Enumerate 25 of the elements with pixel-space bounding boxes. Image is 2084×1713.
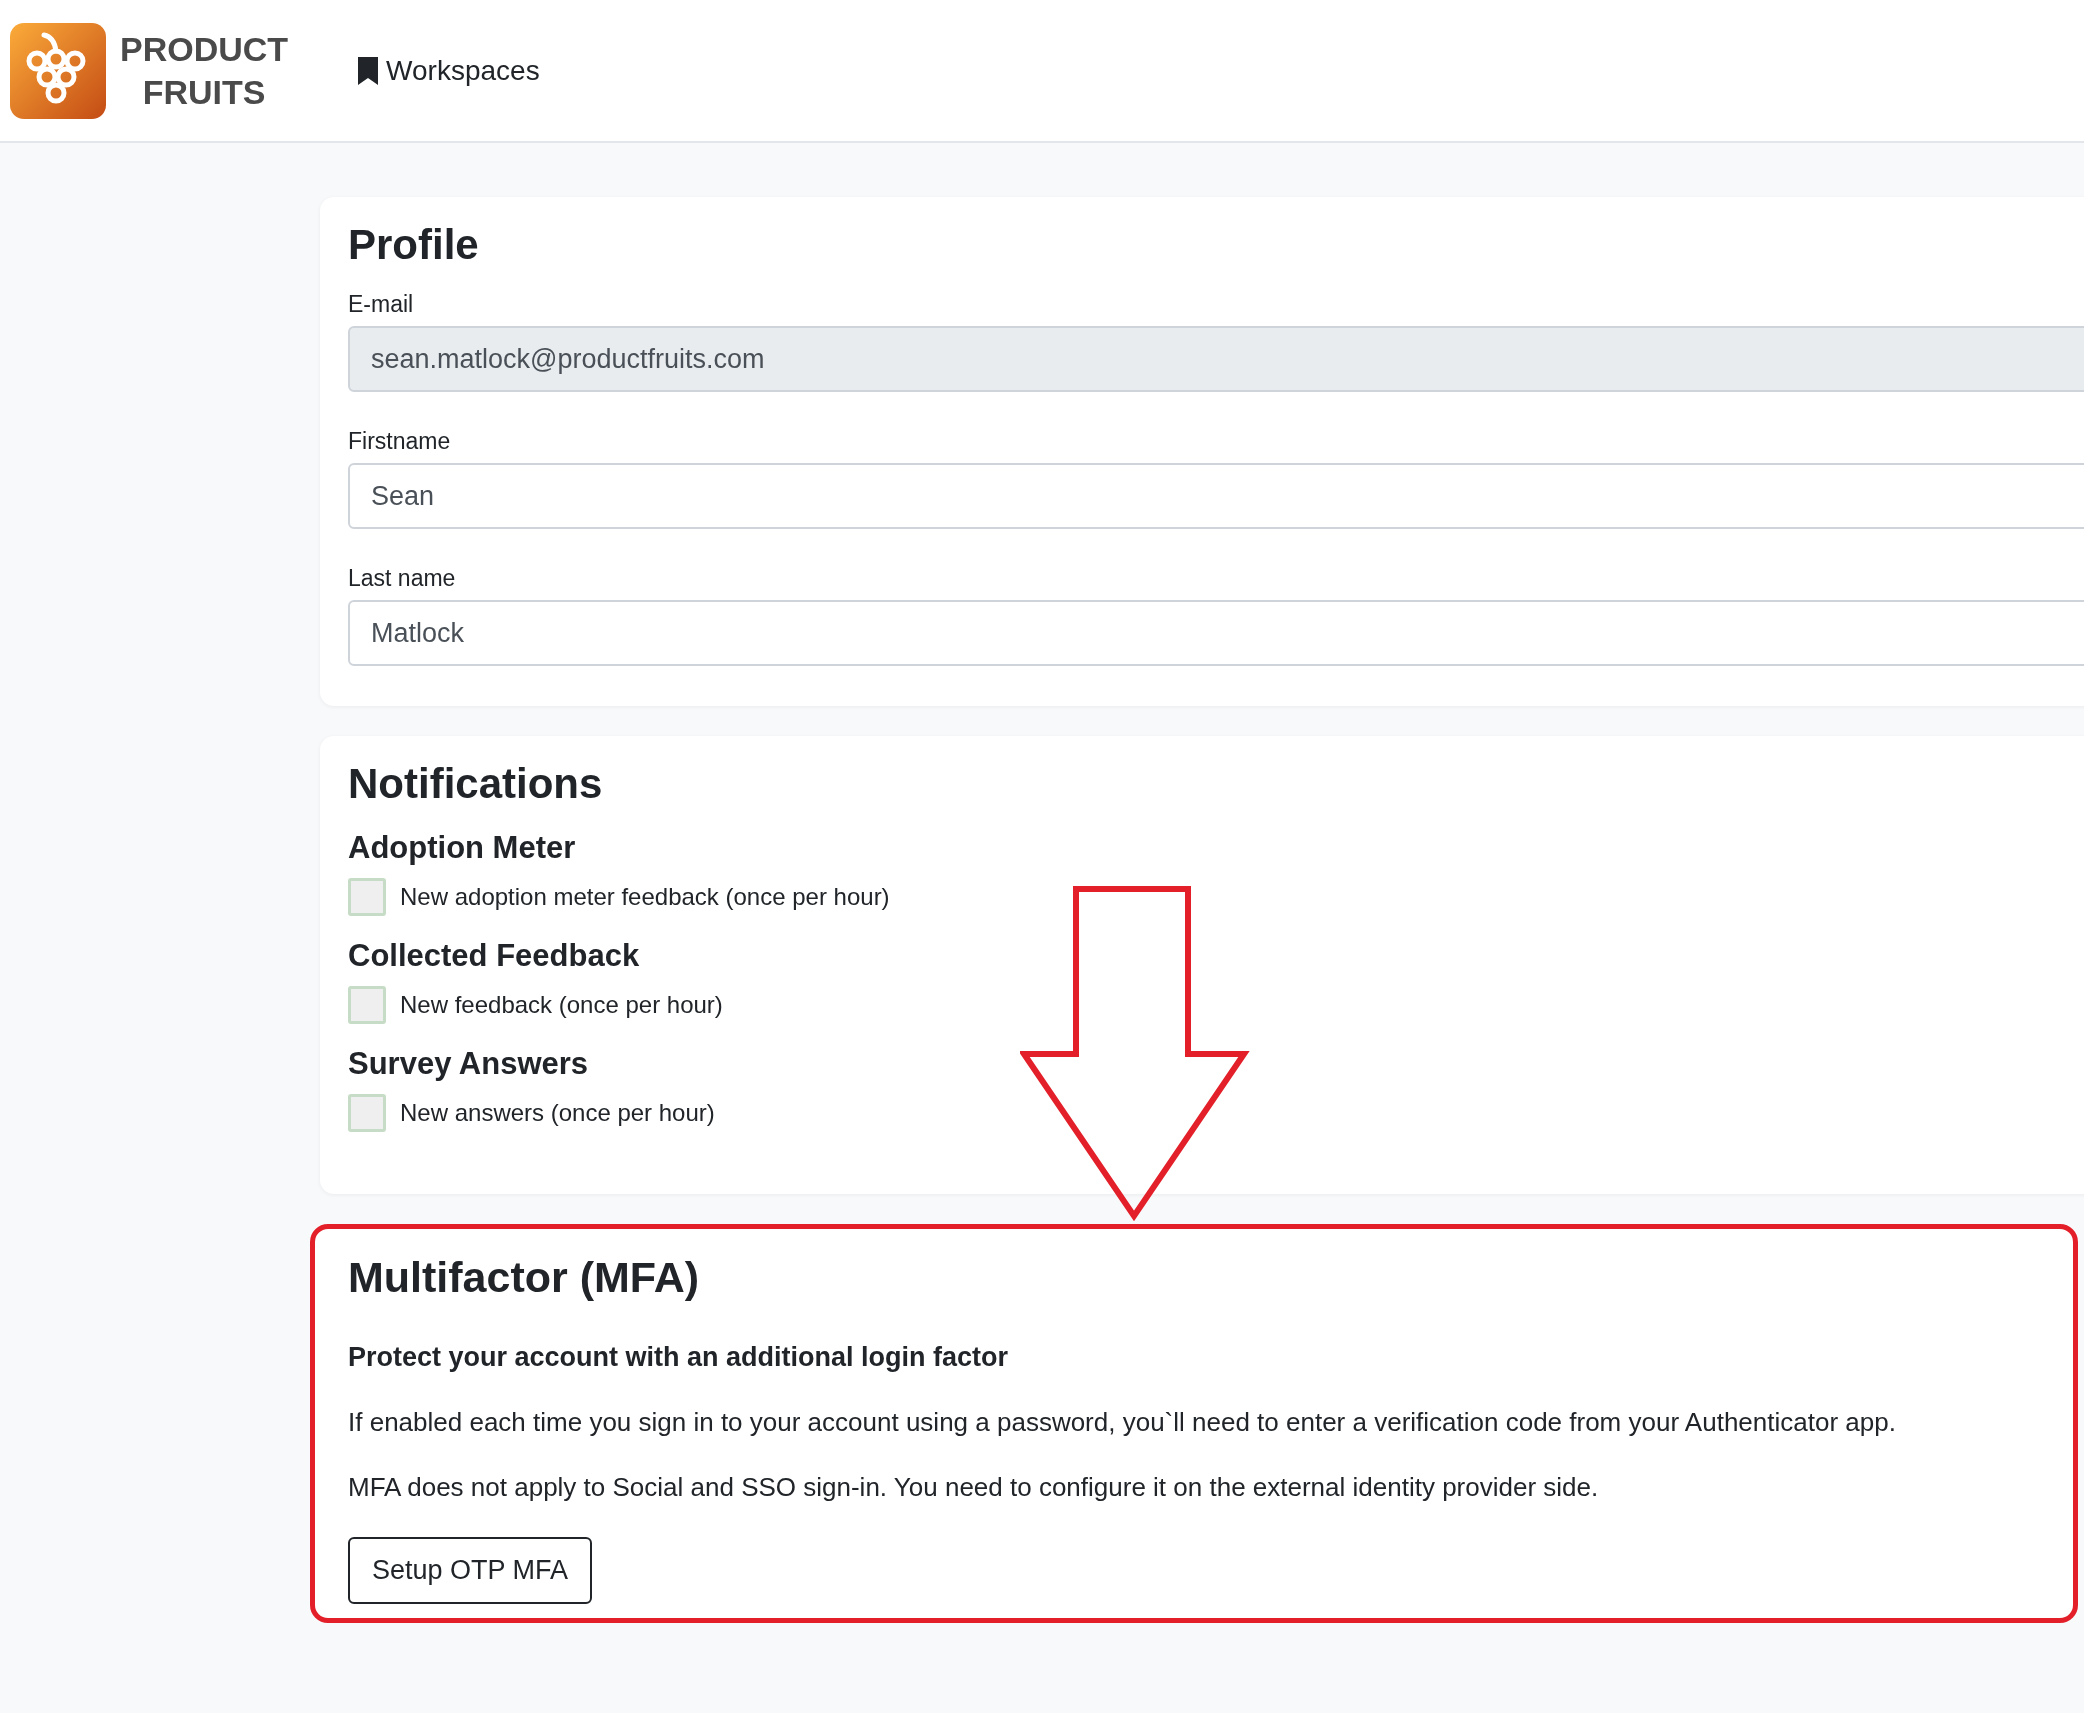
brand-name: PRODUCT FRUITS bbox=[120, 29, 289, 113]
checkbox-label: New answers (once per hour) bbox=[400, 1099, 715, 1127]
paragraph: MFA does not apply to Social and SSO sign-in. You need to configure it on the external identity provider side. bbox=[348, 1472, 1600, 1503]
paragraph: If enabled each time you sign in to your account using a password, you`ll need to enter a verification code from your Authenticator app. bbox=[348, 1407, 1897, 1438]
section-heading: Survey Answers bbox=[348, 1046, 590, 1082]
setup-button[interactable]: Setup OTP MFA bbox=[348, 1537, 593, 1604]
subtitle: Protect your account with an additional login factor bbox=[348, 1342, 1010, 1373]
card-title: Notifications bbox=[348, 760, 604, 808]
card-title: Profile bbox=[348, 221, 480, 269]
checkbox-label: New feedback (once per hour) bbox=[400, 991, 723, 1019]
field-label: Firstname bbox=[348, 428, 452, 455]
bookmark-icon bbox=[358, 56, 379, 85]
section-heading: Adoption Meter bbox=[348, 830, 577, 866]
field-label: E-mail bbox=[348, 291, 415, 318]
section-heading: Collected Feedback bbox=[348, 938, 641, 974]
field-label: Last name bbox=[348, 565, 457, 592]
nav-link[interactable]: Workspaces bbox=[358, 54, 540, 87]
text-field[interactable]: Sean bbox=[348, 463, 2084, 529]
checkbox[interactable] bbox=[348, 986, 386, 1024]
checkbox[interactable] bbox=[348, 878, 386, 916]
text-field[interactable]: Matlock bbox=[348, 600, 2084, 666]
card-title: Multifactor (MFA) bbox=[348, 1253, 701, 1302]
checkbox-label: New adoption meter feedback (once per hour) bbox=[400, 883, 890, 911]
grapes-logo-icon bbox=[10, 22, 106, 119]
checkbox[interactable] bbox=[348, 1094, 386, 1132]
